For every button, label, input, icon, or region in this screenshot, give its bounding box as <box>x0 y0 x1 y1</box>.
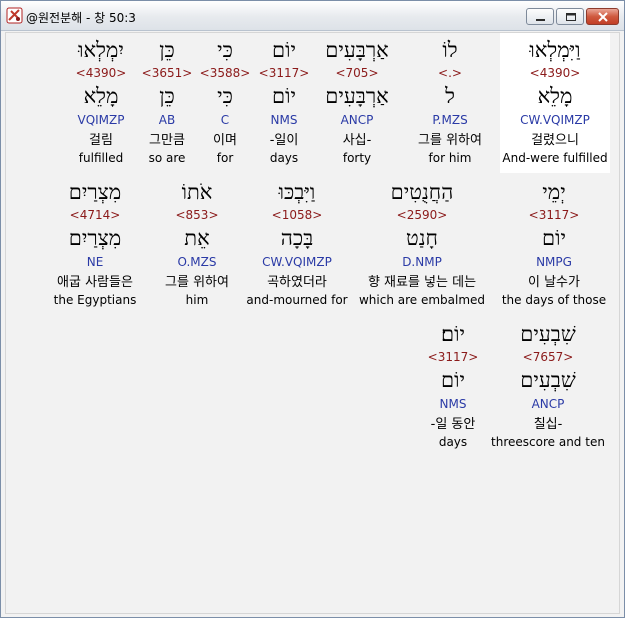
strong-number[interactable]: <7657> <box>488 350 608 364</box>
close-icon <box>598 12 608 22</box>
english-gloss: so are <box>148 151 186 165</box>
parse-code: CW.VQIMZP <box>520 113 590 127</box>
parse-code: C <box>220 113 230 127</box>
strong-number[interactable]: <3651> <box>136 66 198 80</box>
lemma: בָּכָה <box>280 226 314 250</box>
korean-gloss: 곡하였더라 <box>267 275 327 290</box>
strong-number[interactable]: <1058> <box>242 208 352 222</box>
close-button[interactable] <box>586 8 619 25</box>
word-block[interactable]: יוֹם׃ <3117> יוֹם NMS -일 동안 days <box>408 317 498 457</box>
parse-code: CW.VQIMZP <box>262 255 332 269</box>
lemma: אֵת <box>184 226 210 250</box>
korean-gloss: 애굽 사람들은 <box>57 275 133 290</box>
english-gloss: for <box>216 151 234 165</box>
lemma: יוֹם <box>542 226 566 250</box>
app-icon[interactable] <box>6 7 23 24</box>
lemma: יוֹם <box>441 368 465 392</box>
strong-number[interactable]: <4390> <box>64 66 138 80</box>
word-block[interactable]: שִׁבְעִים <7657> שִׁבְעִים ANCP 칠십- thre… <box>488 317 608 457</box>
korean-gloss: 걸렸으니 <box>531 133 579 148</box>
parse-code: AB <box>158 113 176 127</box>
parse-code: NMPG <box>536 255 572 269</box>
korean-gloss: -일 동안 <box>430 417 476 432</box>
strong-number[interactable]: <2590> <box>352 208 492 222</box>
window-title: @원전분해 - 창 50:3 <box>26 11 136 25</box>
word-block[interactable]: אֹתוֹ <853> אֵת O.MZS 그를 위하여 him <box>152 175 242 315</box>
word-block[interactable]: וַיִּמְלְאוּ <4390> מָלֵא CW.VQIMZP 걸렸으니… <box>500 33 610 173</box>
minimize-icon <box>536 19 545 21</box>
english-gloss: which are embalmed <box>358 293 486 307</box>
word-block[interactable]: יִמְלְאוּ <4390> מָלֵא VQIMZP 걸림 fulfill… <box>64 33 138 173</box>
english-gloss: and-mourned for <box>246 293 348 307</box>
maximize-button[interactable] <box>556 8 584 25</box>
hebrew-word: וַיִּמְלְאוּ <box>529 38 581 62</box>
hebrew-word: שִׁבְעִים <box>520 322 576 346</box>
english-gloss: the Egyptians <box>53 293 137 307</box>
korean-gloss: 그를 위하여 <box>165 275 229 290</box>
korean-gloss: 걸림 <box>89 133 113 148</box>
korean-gloss: 그만큼 <box>149 133 185 148</box>
word-block[interactable]: הַחֲנֻטִים <2590> חָנַט D.NMP 향 재료를 넣는 데… <box>352 175 492 315</box>
korean-gloss: 칠십- <box>533 417 563 432</box>
main-window: @원전분해 - 창 50:3 וַיִּמְלְאוּ <4390> מָלֵא… <box>0 0 625 618</box>
lemma: שִׁבְעִים <box>520 368 576 392</box>
lemma: חָנַט <box>406 226 438 250</box>
parse-code: ANCP <box>531 397 565 411</box>
hebrew-word: וַיִּבְכּוּ <box>278 180 316 204</box>
lemma: מִצְרַיִם <box>68 226 122 250</box>
hebrew-word: מִצְרַיִם <box>68 180 122 204</box>
lemma: כִּי <box>217 84 233 108</box>
strong-number[interactable]: <853> <box>152 208 242 222</box>
parse-code: D.NMP <box>402 255 442 269</box>
minimize-button[interactable] <box>526 8 554 25</box>
maximize-icon <box>566 13 576 21</box>
strong-number[interactable]: <3117> <box>494 208 614 222</box>
word-block[interactable]: יְמֵי <3117> יוֹם NMPG 이 날수가 the days of… <box>494 175 614 315</box>
hebrew-word: הַחֲנֻטִים <box>390 180 454 204</box>
lemma: מָלֵא <box>83 84 119 108</box>
parse-code: NMS <box>439 397 467 411</box>
word-block[interactable]: וַיִּבְכּוּ <1058> בָּכָה CW.VQIMZP 곡하였더… <box>242 175 352 315</box>
hebrew-word: יוֹם׃ <box>441 322 465 346</box>
english-gloss: threescore and ten <box>491 435 605 449</box>
strong-number[interactable]: <3117> <box>408 350 498 364</box>
korean-gloss: 이며 <box>213 133 237 148</box>
parse-code: NE <box>86 255 104 269</box>
hebrew-word: אֹתוֹ <box>181 180 213 204</box>
interlinear-panel: וַיִּמְלְאוּ <4390> מָלֵא CW.VQIMZP 걸렸으니… <box>5 32 620 614</box>
english-gloss: days <box>438 435 468 449</box>
english-gloss: him <box>185 293 209 307</box>
hebrew-word: יִמְלְאוּ <box>78 38 124 62</box>
lemma: כֵּן <box>159 84 175 108</box>
word-block[interactable]: כִּי <3588> כִּי C 이며 for <box>192 33 258 173</box>
english-gloss: fulfilled <box>78 151 124 165</box>
word-block[interactable]: כֵּן <3651> כֵּן AB 그만큼 so are <box>136 33 198 173</box>
strong-number[interactable]: <4714> <box>44 208 146 222</box>
word-block[interactable]: מִצְרַיִם <4714> מִצְרַיִם NE 애굽 사람들은 th… <box>44 175 146 315</box>
english-gloss: And-were fulfilled <box>502 151 608 165</box>
hebrew-word: כִּי <box>217 38 233 62</box>
korean-gloss: 이 날수가 <box>528 275 580 290</box>
hebrew-word: יְמֵי <box>542 180 566 204</box>
lemma: מָלֵא <box>537 84 573 108</box>
parse-code: O.MZS <box>177 255 217 269</box>
title-bar[interactable]: @원전분해 - 창 50:3 <box>1 1 624 31</box>
parse-code: VQIMZP <box>77 113 125 127</box>
strong-number[interactable]: <4390> <box>500 66 610 80</box>
korean-gloss: 향 재료를 넣는 데는 <box>367 275 477 290</box>
english-gloss: the days of those <box>501 293 607 307</box>
strong-number[interactable]: <3588> <box>192 66 258 80</box>
hebrew-word: כֵּן <box>159 38 175 62</box>
